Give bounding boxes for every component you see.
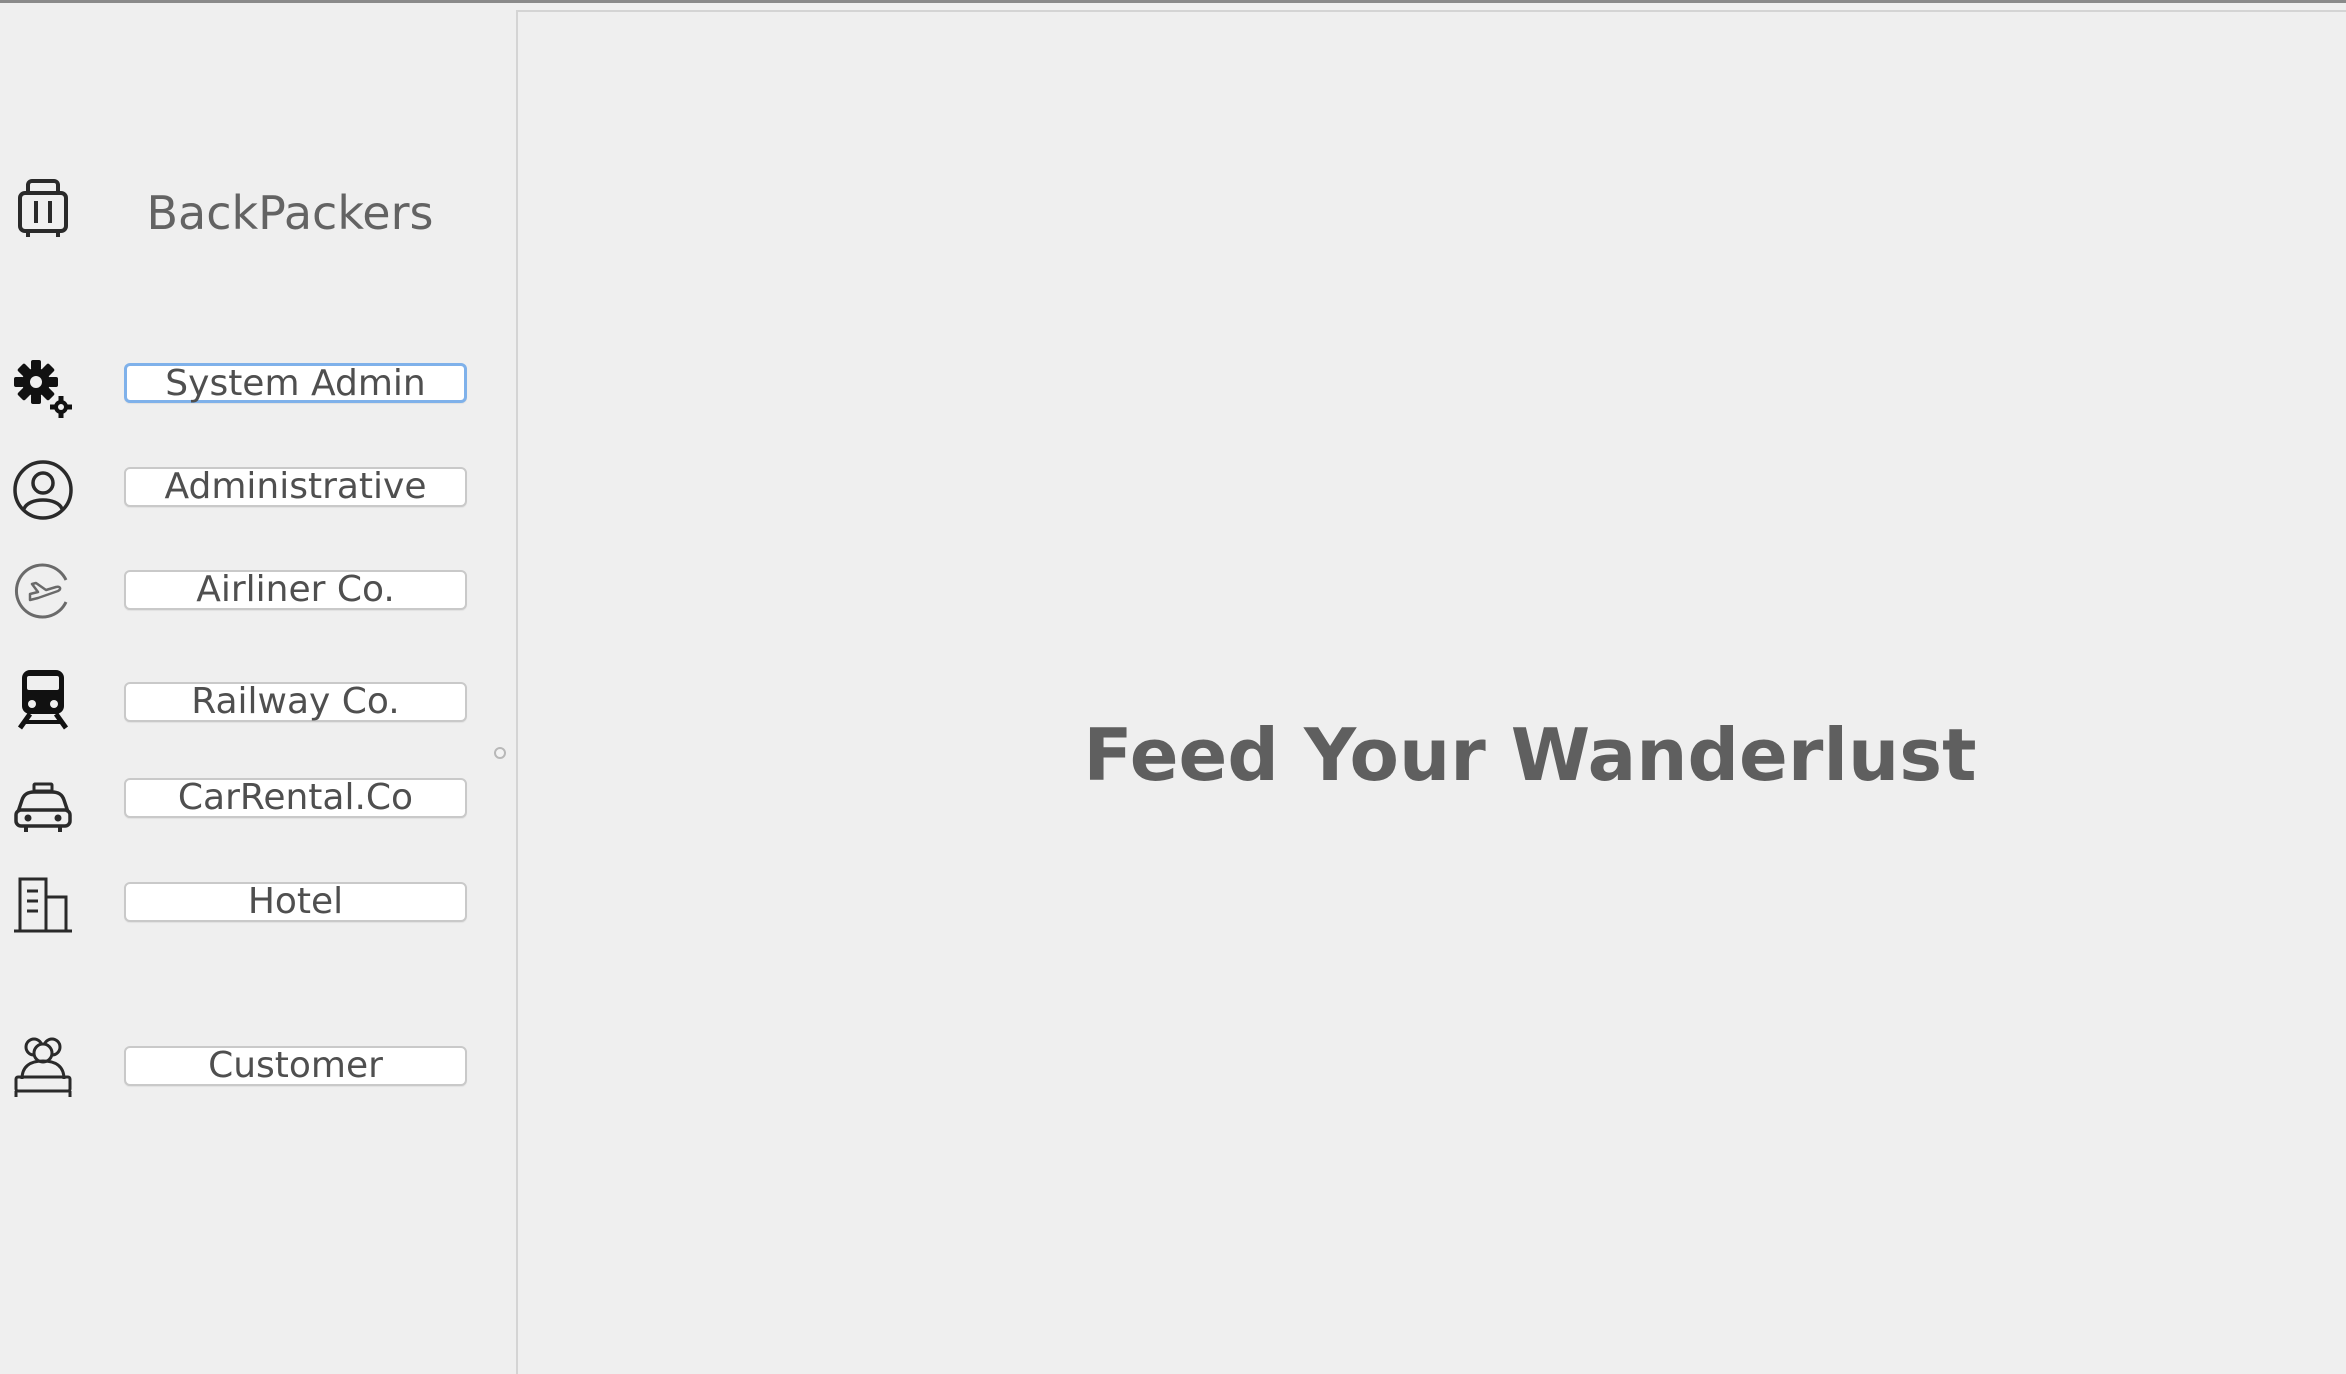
content-top-border — [516, 10, 2346, 12]
hotel-button[interactable]: Hotel — [124, 882, 467, 922]
luggage-icon — [18, 179, 68, 237]
split-pane-handle[interactable] — [494, 747, 506, 759]
system-admin-button[interactable]: System Admin — [124, 363, 467, 403]
brand-title: BackPackers — [146, 186, 434, 240]
car-icon — [14, 782, 72, 832]
plane-circle-icon — [14, 563, 68, 619]
split-pane-divider[interactable] — [516, 10, 518, 1374]
airliner-button[interactable]: Airliner Co. — [124, 570, 467, 610]
carrental-button[interactable]: CarRental.Co — [124, 778, 467, 818]
people-icon — [14, 1037, 72, 1097]
customer-button[interactable]: Customer — [124, 1046, 467, 1086]
building-icon — [14, 877, 72, 933]
sidebar: BackPackers System Admin Administrative … — [0, 3, 516, 1374]
gears-icon — [14, 360, 72, 418]
user-circle-icon — [13, 460, 73, 520]
administrative-button[interactable]: Administrative — [124, 467, 467, 507]
railway-button[interactable]: Railway Co. — [124, 682, 467, 722]
headline: Feed Your Wanderlust — [1083, 713, 1977, 797]
train-icon — [17, 670, 69, 730]
